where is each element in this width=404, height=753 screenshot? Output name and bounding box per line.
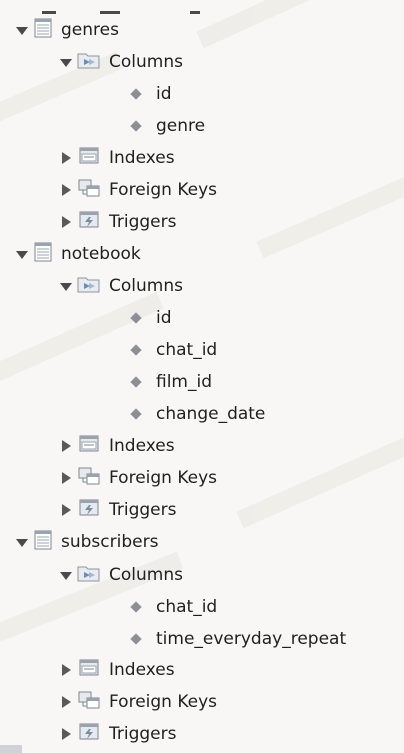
tree-node-foreign-keys[interactable]: Foreign Keys	[58, 175, 217, 205]
column-name: id	[156, 308, 172, 328]
foreign-keys-label: Foreign Keys	[109, 180, 218, 200]
column-name: chat_id	[156, 340, 218, 360]
column-diamond-icon	[130, 601, 142, 613]
tree-node-columns[interactable]: Columns	[58, 271, 183, 301]
tree-node-triggers[interactable]: Triggers	[58, 207, 177, 237]
columns-folder-icon	[77, 50, 101, 75]
tree-node-foreign-keys[interactable]: Foreign Keys	[58, 687, 217, 717]
table-name: genres	[61, 20, 119, 40]
column-diamond-icon	[130, 344, 142, 356]
foreign-keys-icon	[77, 178, 101, 203]
collapsed-arrow-icon[interactable]	[58, 438, 74, 454]
foreign-keys-label: Foreign Keys	[109, 692, 218, 712]
columns-folder-icon	[77, 563, 101, 588]
foreign-keys-label: Foreign Keys	[109, 468, 218, 488]
columns-label: Columns	[109, 276, 183, 296]
table-icon	[33, 18, 53, 43]
triggers-label: Triggers	[109, 724, 177, 744]
column-name: time_everyday_repeat	[156, 629, 347, 649]
tree-node-column[interactable]: id	[130, 79, 172, 109]
collapsed-arrow-icon[interactable]	[58, 214, 74, 230]
column-diamond-icon	[130, 120, 142, 132]
triggers-icon	[77, 722, 101, 747]
column-name: genre	[156, 116, 206, 136]
collapsed-arrow-icon[interactable]	[58, 662, 74, 678]
tree-node-column[interactable]: genre	[130, 111, 206, 141]
tree-node-column[interactable]: change_date	[130, 399, 266, 429]
collapsed-arrow-icon[interactable]	[58, 470, 74, 486]
collapsed-arrow-icon[interactable]	[58, 182, 74, 198]
foreign-keys-icon	[77, 690, 101, 715]
triggers-icon	[77, 498, 101, 523]
tree-node-table-notebook[interactable]: notebook	[14, 239, 141, 269]
columns-label: Columns	[109, 52, 183, 72]
table-name: notebook	[61, 244, 141, 264]
indexes-icon	[77, 146, 101, 171]
collapsed-arrow-icon[interactable]	[58, 150, 74, 166]
expand-arrow-icon[interactable]	[58, 54, 74, 70]
expand-arrow-icon[interactable]	[58, 278, 74, 294]
tree-node-table-genres[interactable]: genres	[14, 15, 119, 45]
tree-node-foreign-keys[interactable]: Foreign Keys	[58, 463, 217, 493]
tree-node-triggers[interactable]: Triggers	[58, 719, 177, 749]
table-icon	[33, 242, 53, 267]
column-diamond-icon	[130, 312, 142, 324]
column-diamond-icon	[130, 376, 142, 388]
tree-node-columns[interactable]: Columns	[58, 560, 183, 590]
collapsed-arrow-icon[interactable]	[58, 694, 74, 710]
column-diamond-icon	[130, 633, 142, 645]
collapsed-arrow-icon[interactable]	[58, 502, 74, 518]
column-name: film_id	[156, 372, 213, 392]
column-diamond-icon	[130, 408, 142, 420]
expand-arrow-icon[interactable]	[14, 534, 30, 550]
triggers-label: Triggers	[109, 500, 177, 520]
columns-label: Columns	[109, 565, 183, 585]
tree-node-indexes[interactable]: Indexes	[58, 143, 175, 173]
tree-node-column[interactable]: time_everyday_repeat	[130, 624, 347, 654]
indexes-icon	[77, 658, 101, 683]
table-name: subscribers	[61, 532, 159, 552]
table-icon	[33, 530, 53, 555]
indexes-label: Indexes	[109, 436, 175, 456]
schema-tree: genres Columns id genre Indexes Foreign …	[0, 0, 404, 753]
expand-arrow-icon[interactable]	[14, 22, 30, 38]
tree-node-indexes[interactable]: Indexes	[58, 655, 175, 685]
tree-node-triggers[interactable]: Triggers	[58, 495, 177, 525]
triggers-icon	[77, 210, 101, 235]
tree-node-table-subscribers[interactable]: subscribers	[14, 527, 158, 557]
expand-arrow-icon[interactable]	[14, 246, 30, 262]
tree-node-columns[interactable]: Columns	[58, 47, 183, 77]
indexes-label: Indexes	[109, 660, 175, 680]
indexes-icon	[77, 434, 101, 459]
column-diamond-icon	[130, 88, 142, 100]
expand-arrow-icon[interactable]	[58, 567, 74, 583]
tree-node-column[interactable]: id	[130, 303, 172, 333]
tree-node-indexes[interactable]: Indexes	[58, 431, 175, 461]
foreign-keys-icon	[77, 466, 101, 491]
indexes-label: Indexes	[109, 148, 175, 168]
column-name: chat_id	[156, 597, 218, 617]
tree-node-column[interactable]: chat_id	[130, 592, 218, 622]
tree-node-column[interactable]: chat_id	[130, 335, 218, 365]
column-name: change_date	[156, 404, 266, 424]
next-table-icon-partial	[0, 745, 22, 753]
tree-node-column[interactable]: film_id	[130, 367, 213, 397]
columns-folder-icon	[77, 274, 101, 299]
collapsed-arrow-icon[interactable]	[58, 726, 74, 742]
column-name: id	[156, 84, 172, 104]
triggers-label: Triggers	[109, 212, 177, 232]
